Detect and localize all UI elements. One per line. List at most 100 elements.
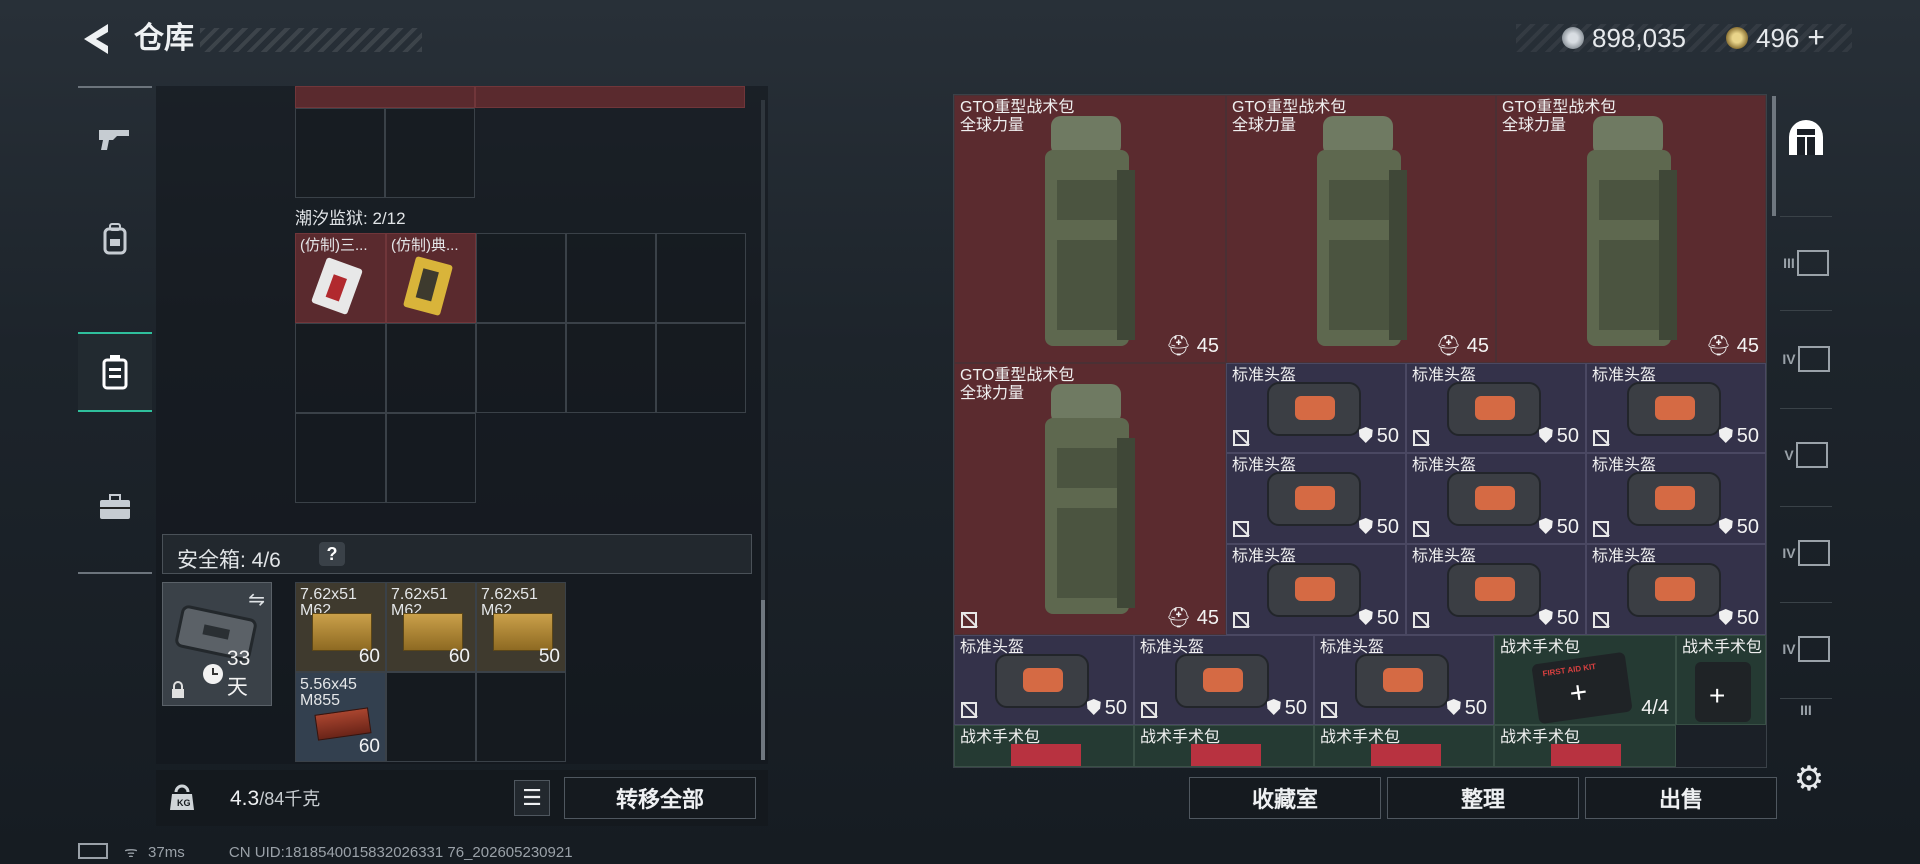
help-button[interactable]: ? bbox=[319, 542, 345, 566]
ammo-item-1[interactable]: 7.62x51 M62 60 bbox=[295, 582, 386, 672]
grid-cell[interactable] bbox=[295, 108, 385, 198]
filter-tier-3b[interactable]: III bbox=[1774, 690, 1838, 730]
helmet-icon bbox=[1175, 654, 1269, 708]
grid-cell[interactable] bbox=[295, 323, 386, 413]
item-value: 50 bbox=[1538, 425, 1579, 448]
box-icon bbox=[1795, 442, 1828, 468]
tab-briefcase[interactable] bbox=[78, 470, 152, 544]
prison-item-1-name: (仿制)三... bbox=[300, 237, 368, 254]
grid-cell[interactable] bbox=[476, 233, 566, 323]
shield-icon bbox=[1358, 518, 1373, 534]
home-filter-button[interactable] bbox=[1774, 94, 1838, 180]
helmet-icon bbox=[1447, 382, 1541, 436]
ammo-count: 60 bbox=[448, 646, 470, 667]
safebox-container-item[interactable]: ⇋ 33天 bbox=[162, 582, 272, 706]
backpack-item[interactable]: GTO重型战术包 全球力量 ⛑ 45 bbox=[1496, 95, 1766, 363]
filter-tier-4c[interactable]: IV bbox=[1774, 606, 1838, 692]
medkit-icon bbox=[1551, 744, 1621, 766]
grid-cell[interactable] bbox=[386, 323, 476, 413]
medkit-icon: + bbox=[1695, 662, 1751, 722]
grid-cell[interactable] bbox=[566, 323, 656, 413]
collection-room-button[interactable]: 收藏室 bbox=[1189, 777, 1381, 819]
helmet-item[interactable]: 标准头盔 50 bbox=[1314, 635, 1494, 725]
ping-readout: 37ms bbox=[148, 844, 185, 861]
svg-text:KG: KG bbox=[177, 798, 191, 808]
container-filter-strip: III IV V IV IV III bbox=[1774, 94, 1838, 784]
list-view-button[interactable]: ☰ bbox=[514, 780, 550, 816]
grid-cell[interactable] bbox=[475, 86, 745, 108]
gear-icon[interactable]: ⚙ bbox=[1790, 760, 1828, 798]
medkit-item[interactable]: 战术手术包 bbox=[1494, 725, 1676, 767]
medkit-item[interactable]: 战术手术包 + bbox=[1676, 635, 1766, 725]
no-insure-icon bbox=[1413, 612, 1429, 628]
filter-tier-4[interactable]: IV bbox=[1774, 316, 1838, 402]
clock-icon bbox=[203, 664, 223, 684]
medkit-item[interactable]: 战术手术包 bbox=[954, 725, 1134, 767]
helmet-item[interactable]: 标准头盔 50 bbox=[1586, 544, 1766, 635]
grid-cell[interactable] bbox=[476, 323, 566, 413]
back-arrow-icon[interactable] bbox=[78, 18, 114, 60]
backpack-icon bbox=[1045, 384, 1135, 614]
organize-button[interactable]: 整理 bbox=[1387, 777, 1579, 819]
helmet-item[interactable]: 标准头盔 50 bbox=[1406, 453, 1586, 544]
safebox-header: 安全箱: 4/6 ? bbox=[162, 534, 752, 574]
helmet-icon bbox=[1267, 472, 1361, 526]
helmet-icon bbox=[1267, 563, 1361, 617]
filter-tier-3[interactable]: III bbox=[1774, 220, 1838, 306]
tab-backpack[interactable] bbox=[78, 202, 152, 276]
swap-icon[interactable]: ⇋ bbox=[248, 587, 265, 612]
filter-tier-5[interactable]: V bbox=[1774, 412, 1838, 498]
backpack-item[interactable]: GTO重型战术包 全球力量 ⛑ 45 bbox=[954, 95, 1226, 363]
add-currency-button[interactable]: + bbox=[1807, 20, 1825, 56]
helmet-item[interactable]: 标准头盔 50 bbox=[1406, 544, 1586, 635]
grid-cell[interactable] bbox=[385, 108, 475, 198]
backpack-item[interactable]: GTO重型战术包 全球力量 ⛑ 45 bbox=[954, 363, 1226, 635]
item-name: 战术手术包 bbox=[1500, 639, 1581, 656]
helmet-item[interactable]: 标准头盔 50 bbox=[1226, 544, 1406, 635]
medkit-icon bbox=[1011, 744, 1081, 766]
item-value: 50 bbox=[1086, 697, 1127, 720]
helmet-item[interactable]: 标准头盔 50 bbox=[954, 635, 1134, 725]
currency-gold[interactable]: 496 + bbox=[1726, 20, 1825, 56]
medkit-item[interactable]: 战术手术包 bbox=[1134, 725, 1314, 767]
helmet-item[interactable]: 标准头盔 50 bbox=[1226, 363, 1406, 453]
medkit-item[interactable]: 战术手术包 bbox=[1314, 725, 1494, 767]
helmet-item[interactable]: 标准头盔 50 bbox=[1586, 453, 1766, 544]
grid-cell[interactable] bbox=[386, 672, 476, 762]
ammo-item-2[interactable]: 7.62x51 M62 60 bbox=[386, 582, 476, 672]
ammo-item-3[interactable]: 7.62x51 M62 50 bbox=[476, 582, 566, 672]
prison-item-1[interactable]: (仿制)三... bbox=[295, 233, 386, 323]
tab-containers[interactable] bbox=[78, 332, 152, 412]
helmet-item[interactable]: 标准头盔 50 bbox=[1406, 363, 1586, 453]
transfer-all-button[interactable]: 转移全部 bbox=[564, 777, 756, 819]
filter-tier-4b[interactable]: IV bbox=[1774, 510, 1838, 596]
grid-cell[interactable] bbox=[386, 413, 476, 503]
grid-cell[interactable] bbox=[476, 672, 566, 762]
medkit-item[interactable]: 战术手术包 FIRST AID KIT + 4/4 bbox=[1494, 635, 1676, 725]
currency-silver: 898,035 bbox=[1562, 20, 1686, 56]
card-item-icon bbox=[310, 256, 364, 316]
stash-scrollbar-thumb[interactable] bbox=[761, 600, 765, 760]
grid-cell[interactable] bbox=[656, 233, 746, 323]
silver-coin-icon bbox=[1562, 27, 1584, 49]
ammo-item-4[interactable]: 5.56x45 M855 60 bbox=[295, 672, 386, 762]
item-value: 50 bbox=[1538, 516, 1579, 539]
grid-cell[interactable] bbox=[295, 86, 475, 108]
gold-card-item-icon bbox=[402, 255, 454, 317]
title-decoration bbox=[200, 28, 422, 52]
tab-weapons[interactable] bbox=[78, 102, 152, 176]
grid-cell[interactable] bbox=[566, 233, 656, 323]
grid-cell[interactable] bbox=[656, 323, 746, 413]
wifi-icon: ᯤ bbox=[124, 844, 138, 861]
backpack-item[interactable]: GTO重型战术包 全球力量 ⛑ 45 bbox=[1226, 95, 1496, 363]
helmet-item[interactable]: 标准头盔 50 bbox=[1586, 363, 1766, 453]
prison-item-2[interactable]: (仿制)典... bbox=[386, 233, 476, 323]
helmet-item[interactable]: 标准头盔 50 bbox=[1226, 453, 1406, 544]
backpack-icon bbox=[1317, 116, 1407, 346]
helmet-item[interactable]: 标准头盔 50 bbox=[1134, 635, 1314, 725]
sell-button[interactable]: 出售 bbox=[1585, 777, 1777, 819]
weight-max: /84千克 bbox=[259, 789, 321, 809]
grid-cell[interactable] bbox=[295, 413, 386, 503]
box-icon bbox=[1796, 250, 1829, 276]
list-icon: ☰ bbox=[522, 785, 542, 810]
